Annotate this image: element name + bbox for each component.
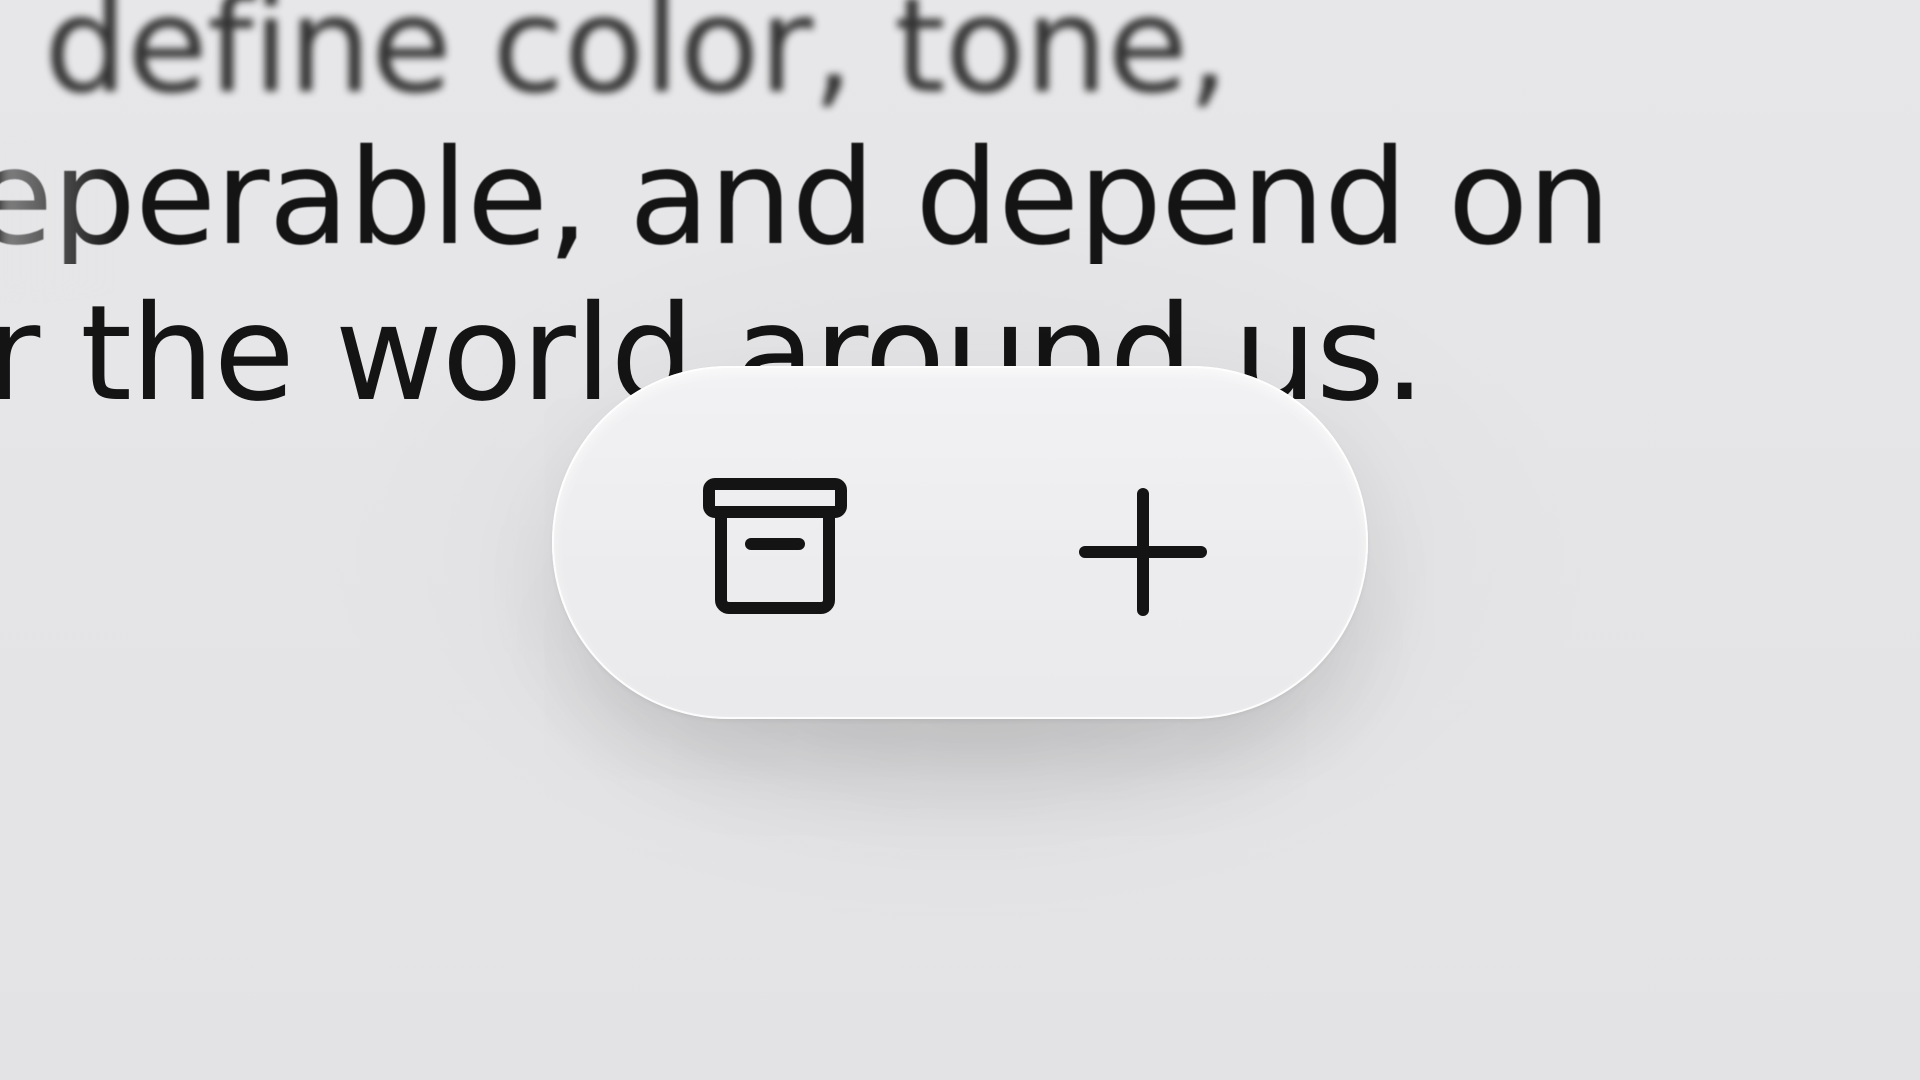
- archive-button[interactable]: [695, 472, 855, 632]
- text-edge-fade: [0, 132, 120, 292]
- archive-box-icon: [695, 472, 855, 632]
- text-line-2: eperable, and depend on: [0, 121, 1611, 275]
- add-button[interactable]: [1063, 472, 1223, 632]
- text-line-1: define color, tone,: [44, 0, 1229, 123]
- floating-toolbar: [552, 366, 1368, 719]
- plus-icon: [1063, 472, 1223, 632]
